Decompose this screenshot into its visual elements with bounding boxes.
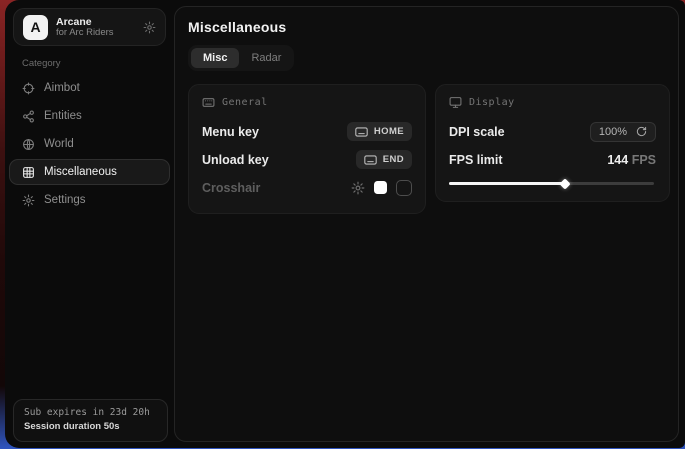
crosshair-icon [22, 82, 35, 95]
tab-radar[interactable]: Radar [241, 48, 291, 68]
app-subtitle: for Arc Riders [56, 28, 135, 39]
crosshair-row: Crosshair [202, 175, 412, 200]
menu-key-row: Menu key HOME [202, 119, 412, 144]
app-meta: Arcane for Arc Riders [56, 16, 135, 39]
cards-row: General Menu key HOME Unload key [188, 84, 670, 214]
app-name: Arcane [56, 16, 135, 28]
fps-limit-label: FPS limit [449, 153, 502, 167]
entities-icon [22, 110, 35, 123]
menu-key-value: HOME [374, 126, 404, 137]
general-card-title: General [222, 97, 268, 108]
sidebar-item-label: Settings [44, 194, 86, 206]
grid-icon [22, 166, 35, 179]
tab-misc[interactable]: Misc [191, 48, 239, 68]
app-logo: A [23, 15, 48, 40]
subscription-info: Sub expires in 23d 20h Session duration … [13, 399, 168, 443]
display-card: Display DPI scale 100% FPS limit 144 FPS [435, 84, 670, 202]
dpi-scale-control[interactable]: 100% [590, 122, 656, 142]
crosshair-controls [351, 180, 412, 196]
sidebar-item-miscellaneous[interactable]: Miscellaneous [9, 159, 170, 185]
globe-icon [22, 138, 35, 151]
fps-limit-row: FPS limit 144 FPS [449, 147, 656, 172]
unload-key-value: END [383, 154, 404, 165]
general-card-header: General [202, 96, 412, 109]
dpi-scale-value: 100% [599, 126, 627, 138]
main-panel: Miscellaneous Misc Radar General Menu ke… [174, 6, 679, 442]
gear-icon [22, 194, 35, 207]
menu-key-bind-button[interactable]: HOME [347, 122, 412, 141]
sidebar-item-label: World [44, 138, 74, 150]
category-label: Category [22, 58, 174, 69]
reset-icon[interactable] [636, 126, 647, 137]
monitor-icon [449, 96, 462, 109]
keyboard-icon [364, 155, 377, 165]
app-window: A Arcane for Arc Riders Category Aimbot [5, 0, 685, 448]
keyboard-icon [202, 96, 215, 109]
sidebar-item-world[interactable]: World [9, 131, 170, 157]
keyboard-icon [355, 127, 368, 137]
sidebar-nav: Aimbot Entities World Miscellaneous [5, 75, 174, 213]
dpi-scale-row: DPI scale 100% [449, 119, 656, 144]
sidebar: A Arcane for Arc Riders Category Aimbot [5, 0, 174, 448]
sidebar-item-label: Entities [44, 110, 82, 122]
unload-key-row: Unload key END [202, 147, 412, 172]
display-card-header: Display [449, 96, 656, 109]
gear-icon[interactable] [143, 21, 156, 34]
sidebar-item-label: Aimbot [44, 82, 80, 94]
sidebar-item-entities[interactable]: Entities [9, 103, 170, 129]
fps-slider[interactable] [449, 178, 656, 188]
fps-unit: FPS [632, 153, 656, 167]
sidebar-item-aimbot[interactable]: Aimbot [9, 75, 170, 101]
fps-limit-value: 144 FPS [607, 153, 656, 167]
menu-key-label: Menu key [202, 125, 259, 139]
crosshair-color-swatch[interactable] [374, 181, 387, 194]
dpi-scale-label: DPI scale [449, 125, 505, 139]
crosshair-checkbox[interactable] [396, 180, 412, 196]
fps-number: 144 [607, 153, 628, 167]
fps-slider-fill [449, 182, 565, 185]
gear-icon[interactable] [351, 181, 365, 195]
sidebar-item-label: Miscellaneous [44, 166, 117, 178]
display-card-title: Display [469, 97, 515, 108]
unload-key-bind-button[interactable]: END [356, 150, 412, 169]
session-duration-text: Session duration 50s [24, 420, 157, 434]
page-title: Miscellaneous [188, 19, 670, 35]
unload-key-label: Unload key [202, 153, 269, 167]
crosshair-label: Crosshair [202, 181, 260, 195]
sub-expiry-text: Sub expires in 23d 20h [24, 406, 157, 420]
app-header-card: A Arcane for Arc Riders [13, 8, 166, 46]
sidebar-item-settings[interactable]: Settings [9, 187, 170, 213]
general-card: General Menu key HOME Unload key [188, 84, 426, 214]
tab-bar: Misc Radar [188, 45, 294, 71]
fps-slider-thumb[interactable] [559, 178, 570, 189]
